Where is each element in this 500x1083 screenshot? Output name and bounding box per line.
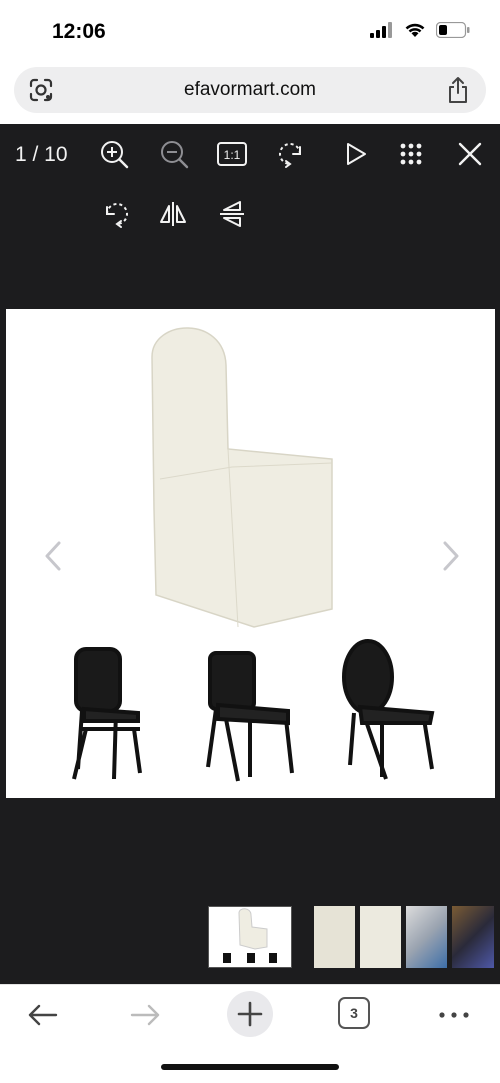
thumbnail-2[interactable] — [314, 906, 355, 968]
thumbnail-3[interactable] — [360, 906, 401, 968]
zoom-out-icon[interactable] — [157, 137, 191, 171]
stacking-chair-1 — [72, 647, 142, 780]
stacking-chair-2 — [206, 651, 294, 782]
flip-vertical-icon[interactable] — [215, 197, 249, 231]
stacking-chair-3 — [342, 639, 435, 780]
flip-horizontal-icon[interactable] — [156, 197, 190, 231]
status-bar: 12:06 — [0, 0, 500, 66]
actual-size-icon[interactable]: 1:1 — [215, 137, 249, 171]
rotate-left-icon[interactable] — [274, 137, 308, 171]
thumbnail-4[interactable] — [406, 906, 447, 968]
tab-switcher-button[interactable]: 3 — [338, 997, 370, 1029]
grid-icon[interactable] — [394, 137, 428, 171]
next-image-arrow[interactable] — [440, 540, 462, 572]
back-arrow-icon[interactable] — [22, 995, 62, 1035]
battery-icon — [436, 22, 470, 38]
new-tab-button[interactable] — [227, 991, 273, 1037]
zoom-in-icon[interactable] — [97, 137, 131, 171]
thumbnail-5[interactable] — [452, 906, 494, 968]
status-time: 12:06 — [52, 20, 106, 43]
status-icons — [370, 22, 470, 38]
url-text[interactable]: efavormart.com — [14, 79, 486, 101]
cellular-signal-icon — [370, 22, 392, 38]
chair-cover-illustration — [72, 327, 435, 782]
rotate-right-icon[interactable] — [99, 197, 133, 231]
actual-size-label: 1:1 — [224, 148, 241, 162]
forward-arrow-icon[interactable] — [126, 995, 166, 1035]
home-indicator — [161, 1064, 339, 1070]
image-counter: 1 / 10 — [15, 143, 68, 166]
share-icon[interactable] — [446, 76, 470, 104]
address-bar[interactable]: efavormart.com — [14, 67, 486, 113]
main-product-image[interactable] — [6, 309, 495, 798]
more-options-icon[interactable] — [434, 995, 474, 1035]
wifi-icon — [405, 23, 425, 37]
close-icon[interactable] — [453, 137, 487, 171]
plus-icon — [237, 1001, 263, 1027]
previous-image-arrow[interactable] — [42, 540, 64, 572]
tab-count: 3 — [350, 1005, 358, 1021]
play-icon[interactable] — [339, 137, 373, 171]
thumbnail-1[interactable] — [208, 906, 292, 968]
